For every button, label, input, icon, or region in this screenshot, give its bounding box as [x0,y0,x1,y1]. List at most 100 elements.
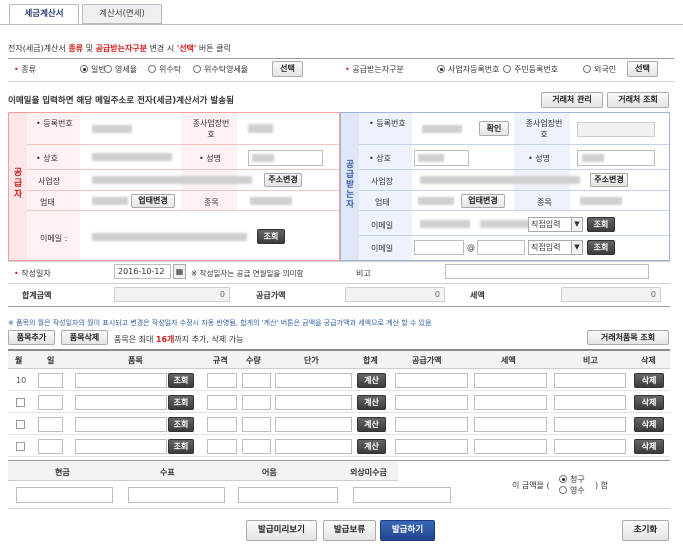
row-qty-input[interactable] [242,439,271,454]
kind-radio-consign[interactable] [148,65,156,73]
row-day-input[interactable] [38,373,63,388]
row-delete-button[interactable]: 삭제 [634,439,664,454]
recipient-select-button[interactable]: 선택 [627,61,658,77]
row-qty-input[interactable] [242,395,271,410]
chevron-down-icon: ▼ [571,218,582,231]
row-day-input[interactable] [38,395,63,410]
reset-button[interactable]: 초기화 [622,520,669,541]
row-item-input[interactable] [75,373,167,388]
memo-input[interactable] [445,264,649,279]
buyer-email2-domain-select[interactable]: 직접입력 ▼ [528,240,583,255]
kind-radio-consign-zero[interactable] [193,65,201,73]
divider [27,144,339,145]
buyer-subno-input[interactable] [577,122,655,137]
supplier-address-button[interactable]: 주소변경 [264,173,302,187]
row-checkbox[interactable] [16,420,25,429]
divider [8,306,670,307]
col-day: 일 [47,356,55,365]
row-delete-button[interactable]: 삭제 [634,395,664,410]
client-item-lookup-button[interactable]: 거래처품목 조회 [587,330,669,345]
buyer-email2-domain-input[interactable] [477,240,525,255]
row-delete-button[interactable]: 삭제 [634,373,664,388]
buyer-email2-id-input[interactable] [414,240,464,255]
row-item-input[interactable] [75,417,167,432]
amount-radio-receipt[interactable] [559,486,567,494]
recipient-radio-resident[interactable] [503,65,511,73]
date-label: • 작성일자 [14,269,51,278]
supplier-address-value [92,176,252,184]
row-item-lookup-button[interactable]: 조회 [168,373,194,388]
recipient-radio-business[interactable] [437,65,445,73]
tab-invoice-taxfree[interactable]: 계산서(면세) [82,4,162,24]
row-item-lookup-button[interactable]: 조회 [168,395,194,410]
row-tax-input[interactable] [474,417,547,432]
row-item-input[interactable] [75,395,167,410]
kind-radio-zero[interactable] [104,65,112,73]
col-spec: 규격 [213,356,228,365]
row-day-input[interactable] [38,417,63,432]
buyer-email2-button[interactable]: 조회 [587,240,615,255]
note-input[interactable] [238,487,338,503]
row-delete-button[interactable]: 삭제 [634,417,664,432]
client-search-button[interactable]: 거래처 조회 [607,92,669,108]
row-spec-input[interactable] [207,373,237,388]
row-spec-input[interactable] [207,439,237,454]
row-calc-button[interactable]: 계산 [357,373,386,388]
tab-tax-invoice[interactable]: 세금계산서 [9,4,79,24]
row-price-input[interactable] [275,417,352,432]
row-price-input[interactable] [275,373,352,388]
issue-preview-button[interactable]: 발급미리보기 [246,520,317,541]
supplier-email-button[interactable]: 조회 [257,229,285,244]
cash-input[interactable] [16,487,113,503]
issue-button[interactable]: 발급하기 [380,520,435,541]
check-input[interactable] [128,487,225,503]
calendar-icon[interactable]: ▦ [173,264,186,279]
credit-input[interactable] [353,487,451,503]
tab-bar-line [0,24,683,25]
item-delete-button[interactable]: 품목삭제 [61,330,108,345]
row-memo-input[interactable] [554,439,626,454]
item-add-button[interactable]: 품목추가 [8,330,55,345]
row-spec-input[interactable] [207,395,237,410]
supplier-type-button[interactable]: 업태변경 [131,194,175,208]
row-tax-input[interactable] [474,373,547,388]
row-item-input[interactable] [75,439,167,454]
row-calc-button[interactable]: 계산 [357,395,386,410]
issue-hold-button[interactable]: 발급보류 [323,520,376,541]
buyer-confirm-button[interactable]: 확인 [479,121,509,136]
buyer-address-label: 사업장 [371,177,394,186]
buyer-email-domain-select[interactable]: 직접입력 ▼ [528,217,583,232]
row-supply-input[interactable] [395,417,468,432]
row-price-input[interactable] [275,395,352,410]
row-supply-input[interactable] [395,373,468,388]
row-day-input[interactable] [38,439,63,454]
row-calc-button[interactable]: 계산 [357,439,386,454]
row-memo-input[interactable] [554,417,626,432]
row-qty-input[interactable] [242,417,271,432]
row-spec-input[interactable] [207,417,237,432]
row-item-lookup-button[interactable]: 조회 [168,439,194,454]
amount-radio-claim[interactable] [559,475,567,483]
client-manage-button[interactable]: 거래처 관리 [541,92,603,108]
row-qty-input[interactable] [242,373,271,388]
row-checkbox[interactable] [16,398,25,407]
row-tax-input[interactable] [474,439,547,454]
recipient-radio-foreigner[interactable] [583,65,591,73]
date-input[interactable]: 2016-10-12 [114,264,171,279]
row-calc-button[interactable]: 계산 [357,417,386,432]
row-tax-input[interactable] [474,395,547,410]
row-supply-input[interactable] [395,439,468,454]
buyer-email-button[interactable]: 조회 [587,217,615,232]
row-price-input[interactable] [275,439,352,454]
row-supply-input[interactable] [395,395,468,410]
kind-select-button[interactable]: 선택 [272,61,303,77]
buyer-address-button[interactable]: 주소변경 [590,173,628,187]
divider [359,210,669,211]
kind-radio-general[interactable] [80,65,88,73]
buyer-type-button[interactable]: 업태변경 [461,194,505,208]
row-checkbox[interactable] [16,442,25,451]
divider [359,169,669,170]
row-item-lookup-button[interactable]: 조회 [168,417,194,432]
row-memo-input[interactable] [554,373,626,388]
row-memo-input[interactable] [554,395,626,410]
